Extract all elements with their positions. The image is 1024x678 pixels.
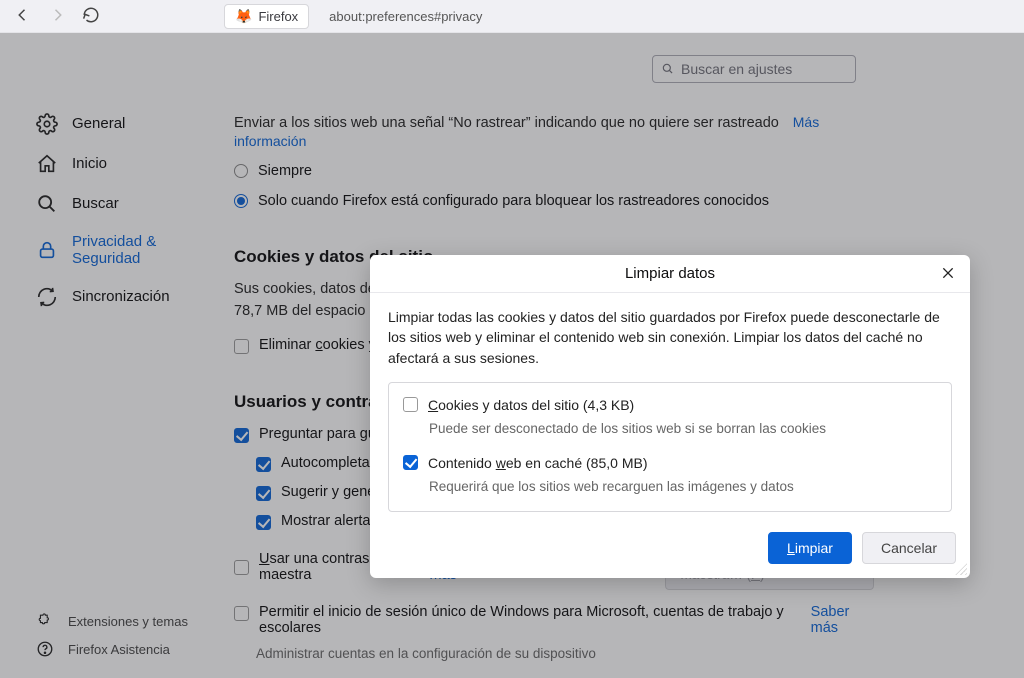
- dialog-description: Limpiar todas las cookies y datos del si…: [388, 307, 952, 368]
- resize-handle-icon[interactable]: [955, 563, 967, 575]
- close-icon[interactable]: [940, 265, 956, 281]
- checkbox-icon: [403, 455, 418, 470]
- dialog-options-box: Cookies y datos del sitio (4,3 KB) Puede…: [388, 382, 952, 512]
- clear-cookies-checkbox[interactable]: Cookies y datos del sitio (4,3 KB): [403, 395, 937, 415]
- refresh-icon[interactable]: [82, 6, 100, 27]
- clear-button[interactable]: Limpiar: [768, 532, 852, 564]
- clear-cache-sublabel: Requerirá que los sitios web recarguen l…: [429, 477, 937, 497]
- checkbox-label: Contenido web en caché (85,0 MB): [428, 453, 647, 473]
- forward-icon[interactable]: [48, 6, 66, 27]
- dialog-title: Limpiar datos: [370, 255, 970, 293]
- checkbox-label: Cookies y datos del sitio (4,3 KB): [428, 395, 634, 415]
- clear-cookies-sublabel: Puede ser desconectado de los sitios web…: [429, 419, 937, 439]
- cancel-button[interactable]: Cancelar: [862, 532, 956, 564]
- clear-cache-checkbox[interactable]: Contenido web en caché (85,0 MB): [403, 453, 937, 473]
- back-icon[interactable]: [14, 6, 32, 27]
- clear-data-dialog: Limpiar datos Limpiar todas las cookies …: [370, 255, 970, 578]
- urlbar-identity: Firefox: [258, 9, 298, 24]
- url-bar[interactable]: 🦊 Firefox: [224, 4, 309, 29]
- checkbox-icon: [403, 397, 418, 412]
- browser-toolbar: 🦊 Firefox about:preferences#privacy: [0, 0, 1024, 33]
- urlbar-path: about:preferences#privacy: [329, 9, 482, 24]
- firefox-icon: 🦊: [235, 8, 252, 25]
